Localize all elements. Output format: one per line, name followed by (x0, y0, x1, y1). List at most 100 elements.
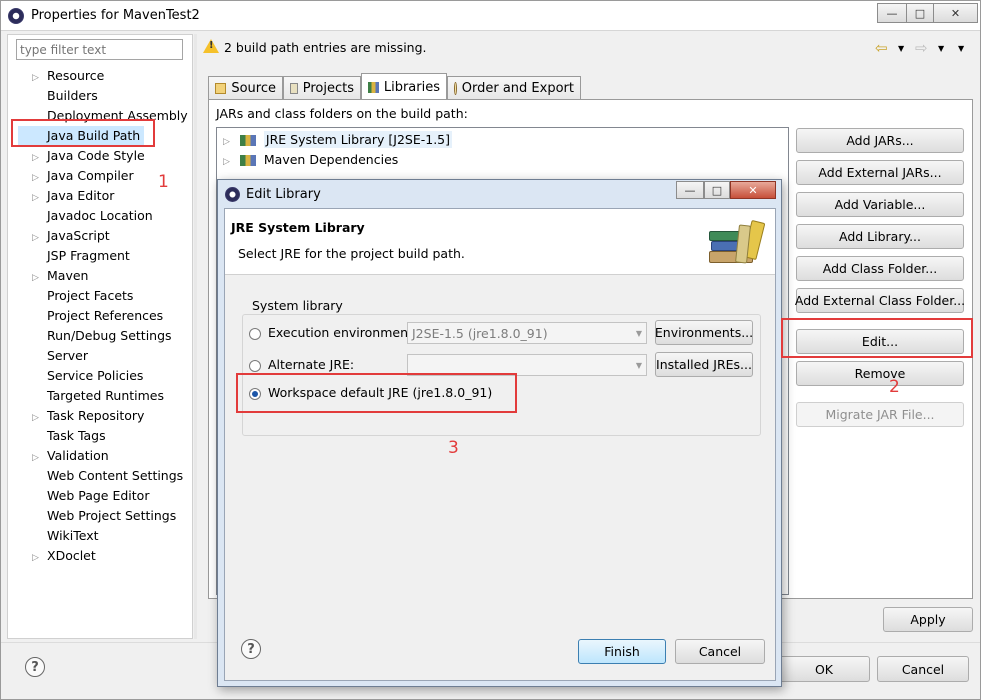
nav-item-web-project-settings[interactable]: Web Project Settings (32, 506, 176, 526)
add-jars-button[interactable]: Add JARs... (796, 128, 964, 153)
help-icon[interactable]: ? (25, 657, 45, 677)
annotation-box-edit (781, 318, 973, 358)
splitter[interactable] (194, 34, 197, 639)
nav-item-task-repository[interactable]: ▷ Task Repository (32, 406, 144, 426)
migrate-jar-button[interactable]: Migrate JAR File... (796, 402, 964, 427)
eclipse-app-icon (8, 8, 24, 24)
expand-arrow-icon[interactable]: ▷ (32, 68, 47, 88)
nav-item-service-policies[interactable]: Service Policies (32, 366, 143, 386)
tab-projects[interactable]: Projects (283, 76, 361, 100)
library-entry-jre[interactable]: ▷ JRE System Library [J2SE-1.5] (223, 130, 453, 150)
nav-item-resource[interactable]: ▷ Resource (32, 66, 104, 86)
expand-arrow-icon[interactable]: ▷ (223, 137, 230, 147)
expand-arrow-icon[interactable]: ▷ (223, 157, 230, 167)
dialog-cancel-button[interactable]: Cancel (675, 639, 765, 664)
tab-source[interactable]: Source (208, 76, 283, 100)
library-books-icon (239, 155, 256, 166)
nav-item-targeted-runtimes[interactable]: Targeted Runtimes (32, 386, 164, 406)
finish-button[interactable]: Finish (578, 639, 666, 664)
maximize-button[interactable]: □ (906, 3, 934, 23)
dialog-minimize-button[interactable]: — (676, 181, 704, 199)
source-folder-icon (215, 83, 227, 94)
alternate-jre-radio[interactable]: Alternate JRE: (249, 357, 354, 372)
apply-button[interactable]: Apply (883, 607, 973, 632)
execution-env-combo[interactable]: J2SE-1.5 (jre1.8.0_91) ▼ (407, 322, 647, 344)
add-class-folder-button[interactable]: Add Class Folder... (796, 256, 964, 281)
nav-item-project-references[interactable]: Project References (32, 306, 163, 326)
nav-item-label: XDoclet (47, 548, 96, 563)
title-bar: Properties for MavenTest2 — □ ✕ (1, 1, 980, 31)
minimize-button[interactable]: — (877, 3, 907, 23)
back-arrow-icon[interactable]: ⇦ (875, 39, 888, 57)
dialog-description: Select JRE for the project build path. (238, 246, 465, 261)
back-dropdown-icon[interactable]: ▼ (898, 44, 904, 53)
installed-jres-button[interactable]: Installed JREs... (655, 352, 753, 377)
dialog-help-icon[interactable]: ? (241, 639, 261, 659)
tab-order-export[interactable]: Order and Export (447, 76, 581, 100)
nav-item-label: Validation (47, 448, 109, 463)
annotation-box-java-build-path (11, 119, 155, 147)
nav-item-label: Maven (47, 268, 89, 283)
nav-item-javadoc-location[interactable]: Javadoc Location (32, 206, 153, 226)
nav-item-xdoclet[interactable]: ▷ XDoclet (32, 546, 96, 566)
nav-item-java-compiler[interactable]: ▷ Java Compiler (32, 166, 134, 186)
nav-item-javascript[interactable]: ▷ JavaScript (32, 226, 110, 246)
nav-item-label: Project References (47, 308, 164, 323)
window-title: Properties for MavenTest2 (31, 8, 200, 23)
expand-arrow-icon[interactable]: ▷ (32, 268, 47, 288)
execution-env-radio[interactable]: Execution environment: (249, 325, 417, 340)
nav-item-label: Javadoc Location (47, 208, 153, 223)
tab-libraries[interactable]: Libraries (361, 73, 447, 100)
library-entry-maven[interactable]: ▷ Maven Dependencies (223, 150, 398, 170)
add-external-jars-button[interactable]: Add External JARs... (796, 160, 964, 185)
nav-item-jsp-fragment[interactable]: JSP Fragment (32, 246, 130, 266)
dialog-maximize-button[interactable]: □ (704, 181, 730, 199)
close-button[interactable]: ✕ (933, 3, 978, 23)
nav-item-validation[interactable]: ▷ Validation (32, 446, 109, 466)
add-external-class-folder-button[interactable]: Add External Class Folder... (795, 288, 965, 313)
filter-input[interactable] (16, 39, 183, 60)
nav-item-wikitext[interactable]: WikiText (32, 526, 99, 546)
expand-arrow-icon[interactable]: ▷ (32, 168, 47, 188)
nav-item-java-editor[interactable]: ▷ Java Editor (32, 186, 114, 206)
forward-arrow-icon[interactable]: ⇨ (915, 39, 928, 57)
remove-button[interactable]: Remove (796, 361, 964, 386)
nav-item-run-debug-settings[interactable]: Run/Debug Settings (32, 326, 172, 346)
alternate-jre-radio-circle[interactable] (249, 359, 261, 372)
annotation-number-1: 1 (158, 172, 169, 192)
nav-item-server[interactable]: Server (32, 346, 88, 366)
dialog-title: Edit Library (246, 187, 321, 202)
nav-item-java-code-style[interactable]: ▷ Java Code Style (32, 146, 145, 166)
expand-arrow-icon[interactable]: ▷ (32, 548, 47, 568)
expand-arrow-icon[interactable]: ▷ (32, 448, 47, 468)
nav-item-maven[interactable]: ▷ Maven (32, 266, 88, 286)
annotation-box-workspace-default (236, 373, 517, 413)
add-variable-button[interactable]: Add Variable... (796, 192, 964, 217)
nav-item-web-content-settings[interactable]: Web Content Settings (32, 466, 183, 486)
environments-button[interactable]: Environments... (655, 320, 753, 345)
nav-item-label: Task Repository (47, 408, 145, 423)
library-books-icon (239, 135, 256, 146)
expand-arrow-icon[interactable]: ▷ (32, 148, 47, 168)
expand-arrow-icon[interactable]: ▷ (32, 188, 47, 208)
nav-item-label: Java Code Style (47, 148, 145, 163)
nav-item-project-facets[interactable]: Project Facets (32, 286, 133, 306)
library-books-illustration-icon (709, 219, 771, 267)
nav-item-builders[interactable]: Builders (32, 86, 98, 106)
nav-item-label: JSP Fragment (47, 248, 130, 263)
forward-dropdown-icon[interactable]: ▼ (938, 44, 944, 53)
order-export-icon (454, 82, 457, 95)
nav-item-web-page-editor[interactable]: Web Page Editor (32, 486, 149, 506)
view-menu-icon[interactable]: ▼ (958, 44, 964, 53)
execution-env-radio-circle[interactable] (249, 327, 261, 340)
ok-button[interactable]: OK (778, 656, 870, 682)
add-library-button[interactable]: Add Library... (796, 224, 964, 249)
expand-arrow-icon[interactable]: ▷ (32, 228, 47, 248)
nav-item-label: Targeted Runtimes (47, 388, 164, 403)
nav-item-label: Builders (47, 88, 98, 103)
expand-arrow-icon[interactable]: ▷ (32, 408, 47, 428)
nav-item-task-tags[interactable]: Task Tags (32, 426, 106, 446)
dialog-heading: JRE System Library (231, 220, 365, 235)
cancel-button[interactable]: Cancel (877, 656, 969, 682)
dialog-close-button[interactable]: ✕ (730, 181, 776, 199)
